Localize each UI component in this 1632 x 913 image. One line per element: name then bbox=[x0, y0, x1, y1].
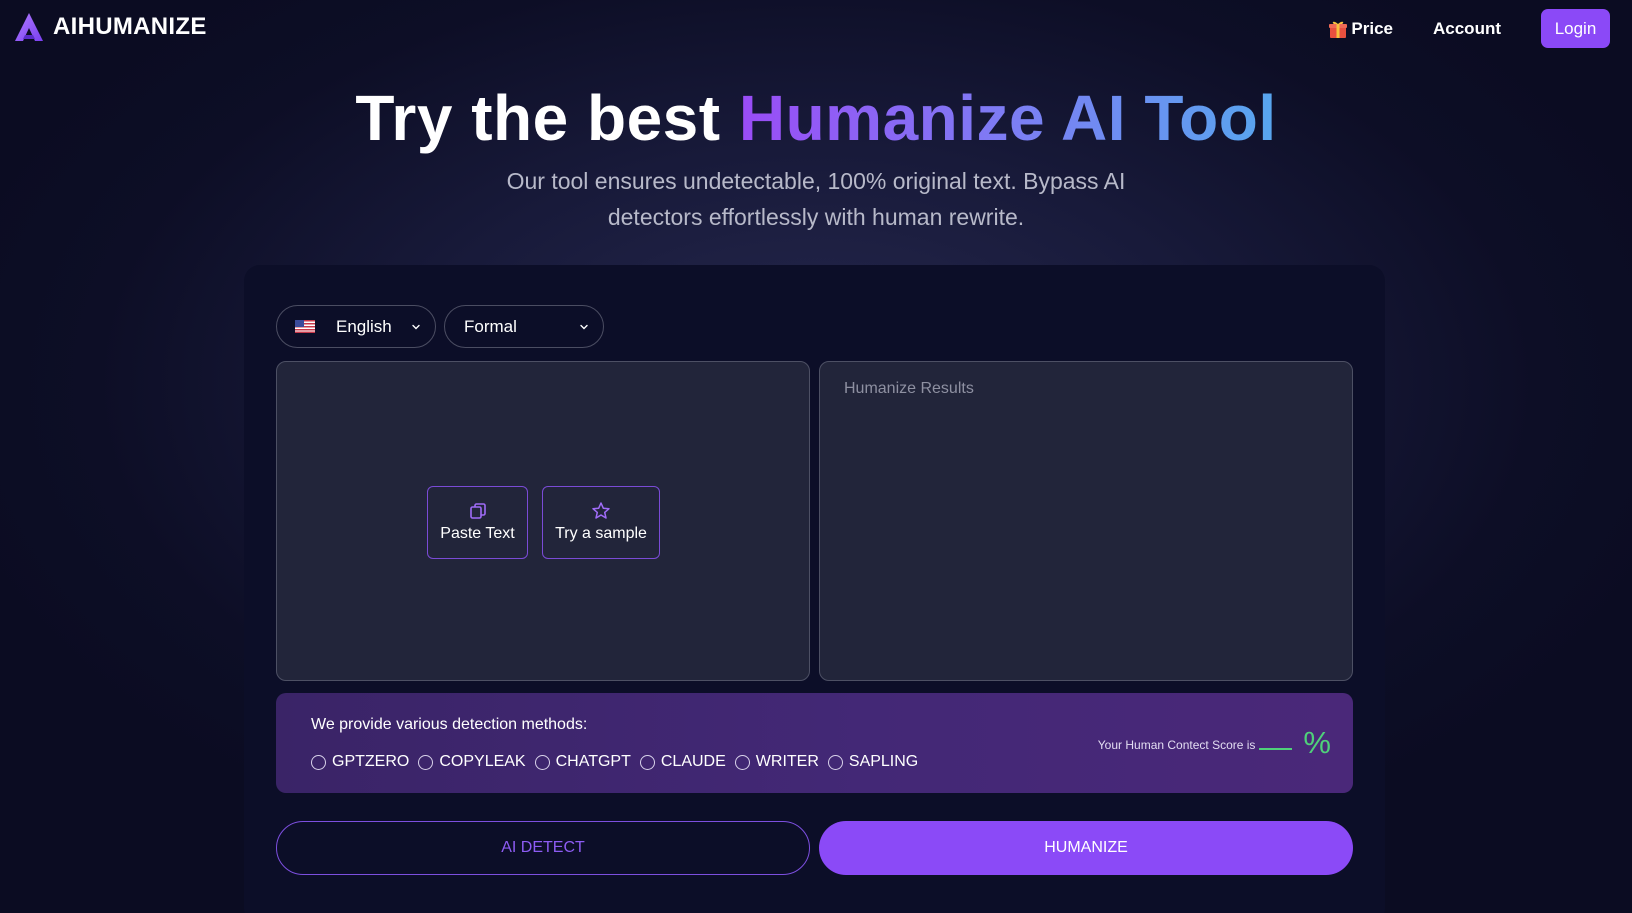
method-option-claude[interactable]: CLAUDE bbox=[639, 753, 726, 771]
hero-subtitle: Our tool ensures undetectable, 100% orig… bbox=[506, 168, 1126, 230]
detection-methods-box: We provide various detection methods: GP… bbox=[276, 693, 1353, 793]
method-label: WRITER bbox=[755, 753, 819, 770]
radio-button[interactable] bbox=[418, 754, 434, 770]
method-label: CLAUDE bbox=[660, 753, 726, 770]
results-placeholder: Humanize Results bbox=[844, 380, 974, 397]
method-option-copyleak[interactable]: COPYLEAK bbox=[418, 753, 526, 771]
radio-button[interactable] bbox=[827, 754, 843, 770]
top-nav: Price Account Login bbox=[1328, 9, 1610, 48]
copy-icon bbox=[469, 503, 486, 519]
human-score-readout: Your Human Contect Score is % bbox=[1098, 727, 1331, 759]
nav-price-label: Price bbox=[1351, 18, 1393, 38]
input-text-area[interactable]: Paste Text Try a sample bbox=[276, 361, 810, 681]
language-value: English bbox=[336, 316, 392, 336]
nav-price-link[interactable]: Price bbox=[1328, 19, 1393, 39]
radio-button[interactable] bbox=[534, 754, 550, 770]
paste-text-button[interactable]: Paste Text bbox=[427, 486, 528, 559]
logo-icon bbox=[15, 13, 43, 41]
score-label: Your Human Contect Score is bbox=[1097, 738, 1256, 752]
gift-icon bbox=[1329, 21, 1348, 38]
chevron-down-icon bbox=[580, 324, 588, 330]
try-sample-button[interactable]: Try a sample bbox=[542, 486, 660, 559]
method-label: CHATGPT bbox=[555, 753, 631, 770]
try-sample-label: Try a sample bbox=[555, 525, 647, 542]
score-percent-sign: % bbox=[1303, 725, 1331, 760]
detection-title: We provide various detection methods: bbox=[311, 716, 588, 733]
method-label: COPYLEAK bbox=[439, 753, 526, 770]
method-option-chatgpt[interactable]: CHATGPT bbox=[534, 753, 631, 771]
nav-account-link[interactable]: Account bbox=[1433, 19, 1501, 39]
detection-method-list: GPTZERO COPYLEAK CHATGPT CLAUDE WRITER S… bbox=[311, 753, 927, 771]
brand-name: AIHUMANIZE bbox=[53, 13, 207, 40]
hero-title: Try the best Humanize AI Tool bbox=[0, 80, 1632, 156]
score-value-blank bbox=[1259, 748, 1293, 750]
humanize-button[interactable]: HUMANIZE bbox=[819, 821, 1353, 875]
method-label: SAPLING bbox=[848, 753, 919, 770]
output-results-area[interactable]: Humanize Results bbox=[819, 361, 1353, 681]
us-flag-icon bbox=[295, 320, 315, 333]
tone-select[interactable]: Formal bbox=[444, 305, 604, 348]
method-option-sapling[interactable]: SAPLING bbox=[827, 753, 919, 771]
tone-value: Formal bbox=[464, 316, 517, 336]
radio-button[interactable] bbox=[311, 754, 326, 770]
method-label: GPTZERO bbox=[332, 753, 410, 770]
paste-text-label: Paste Text bbox=[440, 525, 515, 542]
radio-button[interactable] bbox=[734, 754, 750, 770]
star-icon bbox=[592, 502, 610, 519]
hero-title-accent: Humanize AI Tool bbox=[738, 82, 1277, 154]
top-header: AIHUMANIZE Price Account Login bbox=[0, 0, 1632, 58]
radio-button[interactable] bbox=[639, 754, 655, 770]
language-select[interactable]: English bbox=[276, 305, 436, 348]
humanizer-card: English Formal Paste Text Try a sample H… bbox=[244, 265, 1385, 913]
hero-title-prefix: Try the best bbox=[355, 82, 739, 154]
method-option-writer[interactable]: WRITER bbox=[734, 753, 819, 771]
brand-logo[interactable]: AIHUMANIZE bbox=[14, 12, 207, 42]
ai-detect-button[interactable]: AI DETECT bbox=[276, 821, 810, 875]
method-option-gptzero[interactable]: GPTZERO bbox=[311, 753, 409, 771]
login-button[interactable]: Login bbox=[1541, 9, 1610, 48]
chevron-down-icon bbox=[412, 324, 420, 330]
